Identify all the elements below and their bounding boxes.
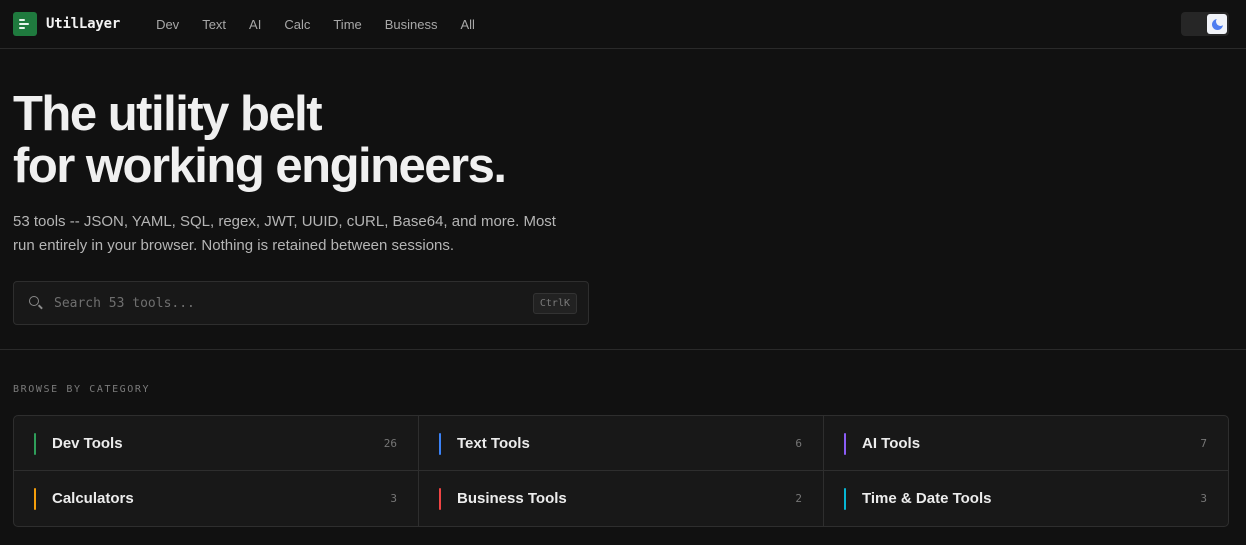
- theme-toggle[interactable]: [1181, 12, 1229, 36]
- category-count: 3: [390, 492, 397, 505]
- hero-section: The utility belt for working engineers. …: [13, 88, 813, 258]
- hero-description: 53 tools -- JSON, YAML, SQL, regex, JWT,…: [13, 210, 603, 258]
- category-accent-bar: [844, 488, 846, 510]
- category-card-text-tools[interactable]: Text Tools 6: [419, 416, 824, 471]
- category-count: 3: [1200, 492, 1207, 505]
- category-accent-bar: [34, 488, 36, 510]
- category-card-calculators[interactable]: Calculators 3: [14, 471, 419, 526]
- category-count: 26: [383, 436, 397, 450]
- category-count: 2: [795, 492, 802, 505]
- keyboard-shortcut-badge: CtrlK: [532, 293, 577, 314]
- category-grid: Dev Tools 26 Text Tools 6 AI Tools 7 Cal…: [13, 415, 1229, 527]
- category-card-dev-tools[interactable]: Dev Tools 26: [14, 416, 419, 471]
- theme-toggle-knob: [1207, 14, 1227, 34]
- category-name: Dev Tools: [52, 434, 123, 452]
- section-heading: BROWSE BY CATEGORY: [13, 384, 151, 395]
- category-card-time-date-tools[interactable]: Time & Date Tools 3: [824, 471, 1228, 526]
- hero-headline: The utility belt for working engineers.: [13, 88, 813, 192]
- hero-headline-line2: for working engineers.: [13, 139, 507, 193]
- section-divider: [0, 349, 1246, 350]
- hero-headline-line1: The utility belt: [13, 87, 323, 141]
- hero-description-line2: run entirely in your browser. Nothing is…: [13, 237, 455, 254]
- category-accent-bar: [439, 488, 441, 510]
- category-accent-bar: [844, 433, 846, 455]
- category-count: 7: [1200, 436, 1207, 450]
- nav-link-all[interactable]: All: [461, 17, 475, 32]
- nav-link-time[interactable]: Time: [333, 17, 361, 32]
- nav-link-dev[interactable]: Dev: [156, 17, 179, 32]
- main-nav: Dev Text AI Calc Time Business All: [156, 17, 498, 32]
- nav-link-ai[interactable]: AI: [249, 17, 261, 32]
- category-card-business-tools[interactable]: Business Tools 2: [419, 471, 824, 526]
- category-name: Time & Date Tools: [862, 490, 992, 507]
- category-name: AI Tools: [862, 434, 921, 452]
- category-name: Calculators: [52, 490, 134, 507]
- category-name: Business Tools: [457, 490, 567, 507]
- category-name: Text Tools: [457, 434, 530, 452]
- search-icon: [29, 296, 43, 310]
- category-accent-bar: [439, 433, 441, 455]
- hero-description-line1: 53 tools -- JSON, YAML, SQL, regex, JWT,…: [13, 213, 556, 230]
- search-box[interactable]: CtrlK: [13, 281, 589, 325]
- nav-link-text[interactable]: Text: [202, 17, 226, 32]
- nav-link-calc[interactable]: Calc: [284, 17, 310, 32]
- logo-icon: [13, 12, 37, 36]
- nav-link-business[interactable]: Business: [385, 17, 438, 32]
- category-count: 6: [795, 436, 802, 450]
- brand-name: UtilLayer: [46, 16, 121, 32]
- category-card-ai-tools[interactable]: AI Tools 7: [824, 416, 1228, 471]
- moon-icon: [1211, 16, 1225, 30]
- brand-logo-link[interactable]: UtilLayer: [13, 12, 120, 36]
- search-input[interactable]: [54, 295, 514, 311]
- category-accent-bar: [34, 433, 36, 455]
- top-navigation-bar: UtilLayer Dev Text AI Calc Time Business…: [0, 0, 1246, 49]
